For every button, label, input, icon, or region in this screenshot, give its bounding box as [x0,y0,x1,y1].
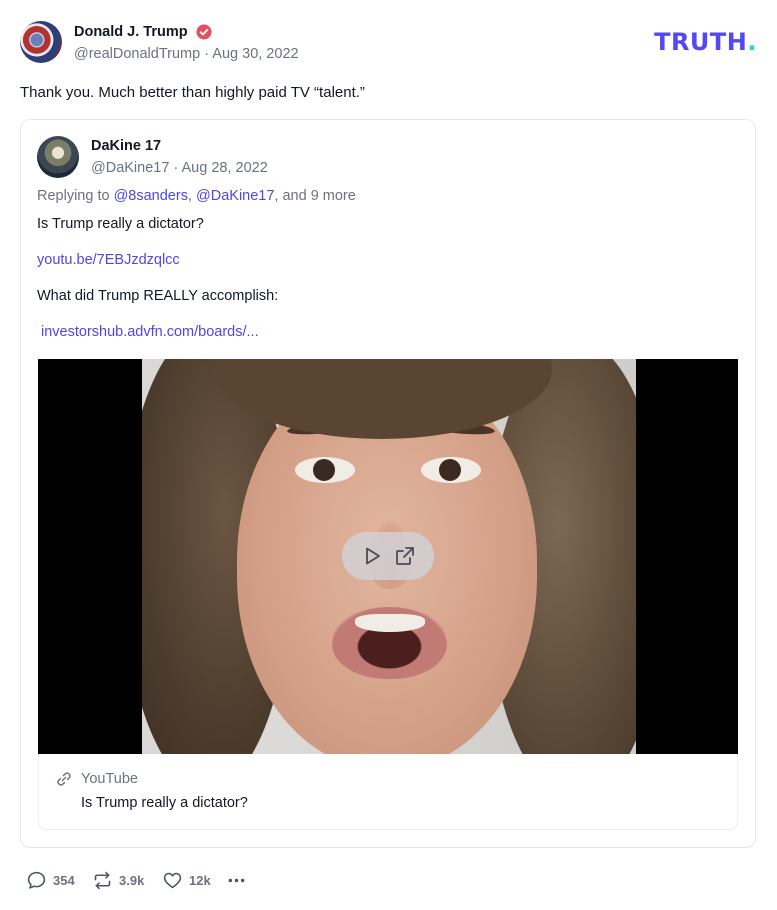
meta-separator: · [173,160,182,176]
replying-prefix: Replying to [37,188,114,204]
post-text: Thank you. Much better than highly paid … [20,84,365,101]
quoted-author-avatar[interactable] [37,136,79,178]
quoted-handle-line: @DaKine17 · Aug 28, 2022 [91,160,268,176]
reply-count: 354 [53,872,75,888]
link-title[interactable]: Is Trump really a dictator? [81,795,248,811]
logo-text: TRUTH [654,28,748,56]
link-icon [57,772,71,786]
quoted-handle[interactable]: @DaKine17 [91,160,169,176]
quoted-post[interactable]: DaKine 17 @DaKine17 · Aug 28, 2022 Reply… [20,119,756,848]
open-external-icon[interactable] [394,545,416,567]
post-header: Donald J. Trump @realDonaldTrump · Aug 3… [20,21,757,65]
mention-link[interactable]: @8sanders [114,188,188,204]
like-button[interactable]: 12k [162,869,211,891]
mention-link[interactable]: @DaKine17 [196,188,274,204]
video-controls [342,532,434,580]
like-count: 12k [189,872,211,888]
retruth-button[interactable]: 3.9k [92,869,144,891]
quoted-link[interactable]: youtu.be/7EBJzdzqlcc [37,252,180,268]
heart-icon [163,872,182,888]
link-preview-card[interactable]: YouTube Is Trump really a dictator? [38,754,738,830]
author-name[interactable]: Donald J. Trump [74,24,188,40]
replying-suffix[interactable]: , and 9 more [274,188,355,204]
quoted-author-name[interactable]: DaKine 17 [91,138,161,154]
retruth-count: 3.9k [119,872,145,888]
mention-separator: , [187,188,197,204]
quoted-text-line: What did Trump REALLY accomplish: [37,288,279,304]
logo-dot: . [747,28,757,56]
author-handle[interactable]: @realDonaldTrump [74,46,200,62]
author-handle-line: @realDonaldTrump · Aug 30, 2022 [74,46,299,62]
more-button[interactable] [226,869,247,891]
author-avatar[interactable] [20,21,62,63]
replying-to: Replying to @8sanders, @DaKine17, and 9 … [37,188,356,204]
quoted-link[interactable]: investorshub.advfn.com/boards/... [41,324,259,340]
quoted-date[interactable]: Aug 28, 2022 [182,160,268,176]
verified-badge-icon [196,24,212,40]
reply-button[interactable]: 354 [26,869,75,891]
link-source: YouTube [81,771,138,787]
retruth-icon [94,871,111,889]
post-date[interactable]: Aug 30, 2022 [212,46,298,62]
author-name-row: Donald J. Trump [74,23,212,41]
video-player[interactable] [38,359,738,754]
play-icon[interactable] [361,545,383,567]
comment-icon [27,871,46,889]
quoted-text-line: Is Trump really a dictator? [37,216,204,232]
truth-logo[interactable]: TRUTH. [654,28,757,56]
more-icon [228,878,245,882]
